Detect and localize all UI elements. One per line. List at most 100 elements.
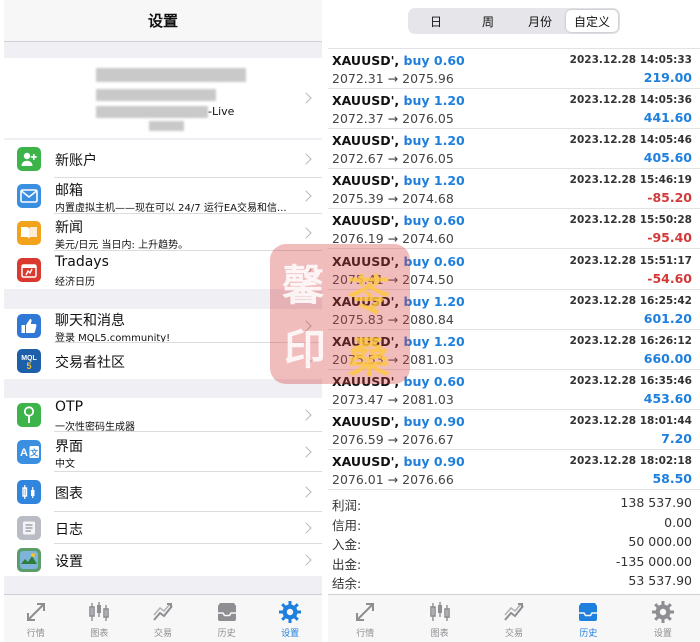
trade-icon [151,600,175,624]
blurred-extra [149,121,184,131]
trade-time: 2023.12.28 15:46:19 [569,174,692,187]
tab-trade[interactable]: 交易 [477,595,551,642]
segment-2[interactable]: 月份 [514,10,566,32]
chevron-right-icon [300,153,312,165]
settings-item-settings[interactable]: 设置 [4,544,322,576]
settings-item-title: 邮箱 [55,183,83,199]
chevron-right-icon [300,190,312,202]
chevron-right-icon [300,554,312,566]
trade-row[interactable]: XAUUSD', buy 0.60 2023.12.28 14:05:33 2072… [328,49,700,89]
trade-row[interactable]: XAUUSD', buy 1.20 2023.12.28 14:05:36 2072… [328,89,700,130]
trade-profit: 405.60 [643,150,692,166]
trade-prices: 2075.39 → 2074.68 [332,191,454,207]
trade-symbol-name: XAUUSD', [332,133,400,149]
trade-symbol: XAUUSD', buy 0.90 [332,414,465,429]
gear-icon [278,600,302,624]
trade-row[interactable]: XAUUSD', buy 1.20 2023.12.28 15:46:19 2075… [328,169,700,210]
chevron-right-icon [300,92,312,104]
chevron-right-icon [300,486,312,498]
trade-time: 2023.12.28 15:51:17 [569,254,692,267]
tab-settings[interactable]: 设置 [626,595,700,642]
summary-row: 结余: 53 537.90 [328,573,700,592]
segment-3[interactable]: 自定义 [566,10,618,32]
trade-row[interactable]: XAUUSD', buy 0.90 2023.12.28 18:02:18 2076… [328,450,700,490]
trade-time: 2023.12.28 15:50:28 [569,214,692,227]
tab-label: 交易 [505,629,524,639]
settings-item-title: 聊天和消息 [55,313,125,329]
trade-symbol: XAUUSD', buy 0.60 [332,53,465,68]
calendar-icon [17,258,41,282]
tab-label: 图表 [90,629,109,639]
trade-symbol: XAUUSD', buy 1.20 [332,133,465,148]
settings-item-new-account[interactable]: 新账户 [4,140,322,178]
seal-char: 桑 [348,333,391,382]
tab-settings[interactable]: 设置 [258,595,322,642]
trade-side: buy 1.20 [403,133,465,149]
trade-row[interactable]: XAUUSD', buy 0.90 2023.12.28 18:01:44 2076… [328,410,700,450]
settings-group: OTP 一次性密码生成器 A 文界面 中文图表日志 设置 [4,398,322,576]
settings-item-title: 图表 [55,486,83,502]
left-tab-bar: 行情 图表 交易 历史 设置 [4,594,322,642]
trade-time: 2023.12.28 16:35:46 [569,374,692,387]
summary-label: 利润: [332,498,362,513]
thumbs-up-icon [17,314,41,338]
history-icon [576,600,600,624]
settings-item-title: 新账户 [55,153,97,169]
settings-app-icon [17,548,41,572]
settings-item-mail[interactable]: 邮箱 内置虚拟主机——现在可以 24/7 运行EA交易和信... [4,178,322,214]
summary-label: 信用: [332,517,362,533]
trade-prices: 2073.47 → 2081.03 [332,391,454,407]
trade-symbol: XAUUSD', buy 1.20 [332,93,465,108]
right-tab-bar: 行情 图表 交易 历史 设置 [328,594,700,642]
settings-item-journal[interactable]: 日志 [4,512,322,544]
settings-item-charts[interactable]: 图表 [4,472,322,512]
summary-row: 出金: -135 000.00 [328,554,700,573]
trade-profit: 58.50 [652,471,692,486]
trade-side: buy 0.60 [403,373,465,389]
trade-profit: 219.00 [643,70,692,85]
trade-profit: 453.60 [643,390,692,406]
tab-label: 历史 [217,629,236,639]
tab-history[interactable]: 历史 [195,595,259,642]
tab-chart[interactable]: 图表 [68,595,132,642]
key-icon [17,403,41,427]
trade-side: buy 1.20 [403,293,465,309]
account-row[interactable]: -Live [4,58,322,138]
tab-label: 行情 [26,629,45,639]
trade-time: 2023.12.28 14:05:33 [569,54,692,66]
trade-profit: 441.60 [643,110,692,126]
trade-symbol: XAUUSD', buy 0.90 [332,454,465,469]
tab-label: 交易 [153,629,172,639]
blurred-server [96,106,208,118]
settings-item-news[interactable]: 新闻 美元/日元 当日内: 上升趋势。 [4,214,322,251]
tab-quotes[interactable]: 行情 [4,595,68,642]
settings-item-interface[interactable]: A 文界面 中文 [4,432,322,472]
trade-row[interactable]: XAUUSD', buy 1.20 2023.12.28 14:05:46 2072… [328,129,700,170]
trade-time: 2023.12.28 16:25:42 [569,294,692,307]
tab-trade[interactable]: 交易 [131,595,195,642]
summary-value: 53 537.90 [628,573,692,588]
trade-profit: 601.20 [643,310,692,326]
settings-item-title: 界面 [55,439,83,455]
segment-1[interactable]: 周 [462,10,514,32]
journal-icon [17,516,41,540]
trade-time: 2023.12.28 14:05:36 [569,94,692,107]
tab-quotes[interactable]: 行情 [328,595,402,642]
trade-symbol: XAUUSD', buy 1.20 [332,173,465,188]
tab-chart[interactable]: 图表 [402,595,476,642]
trade-prices: 2072.37 → 2076.05 [332,111,454,127]
tab-history[interactable]: 历史 [551,595,625,642]
trade-profit: 7.20 [661,430,692,446]
trade-symbol: XAUUSD', buy 0.60 [332,213,465,228]
watermark-seal: 馨 苓 印 桑 [270,244,410,384]
seal-char: 馨 [282,261,325,310]
trade-time: 2023.12.28 18:02:18 [569,455,692,467]
trade-side: buy 1.20 [403,173,465,189]
summary-value: 138 537.90 [620,495,692,510]
trade-profit: -85.20 [647,190,692,206]
quotes-icon [353,600,377,624]
trade-profit: -54.60 [647,270,692,286]
segment-0[interactable]: 日 [410,10,462,32]
settings-item-otp[interactable]: OTP 一次性密码生成器 [4,398,322,433]
book-icon [17,221,41,245]
